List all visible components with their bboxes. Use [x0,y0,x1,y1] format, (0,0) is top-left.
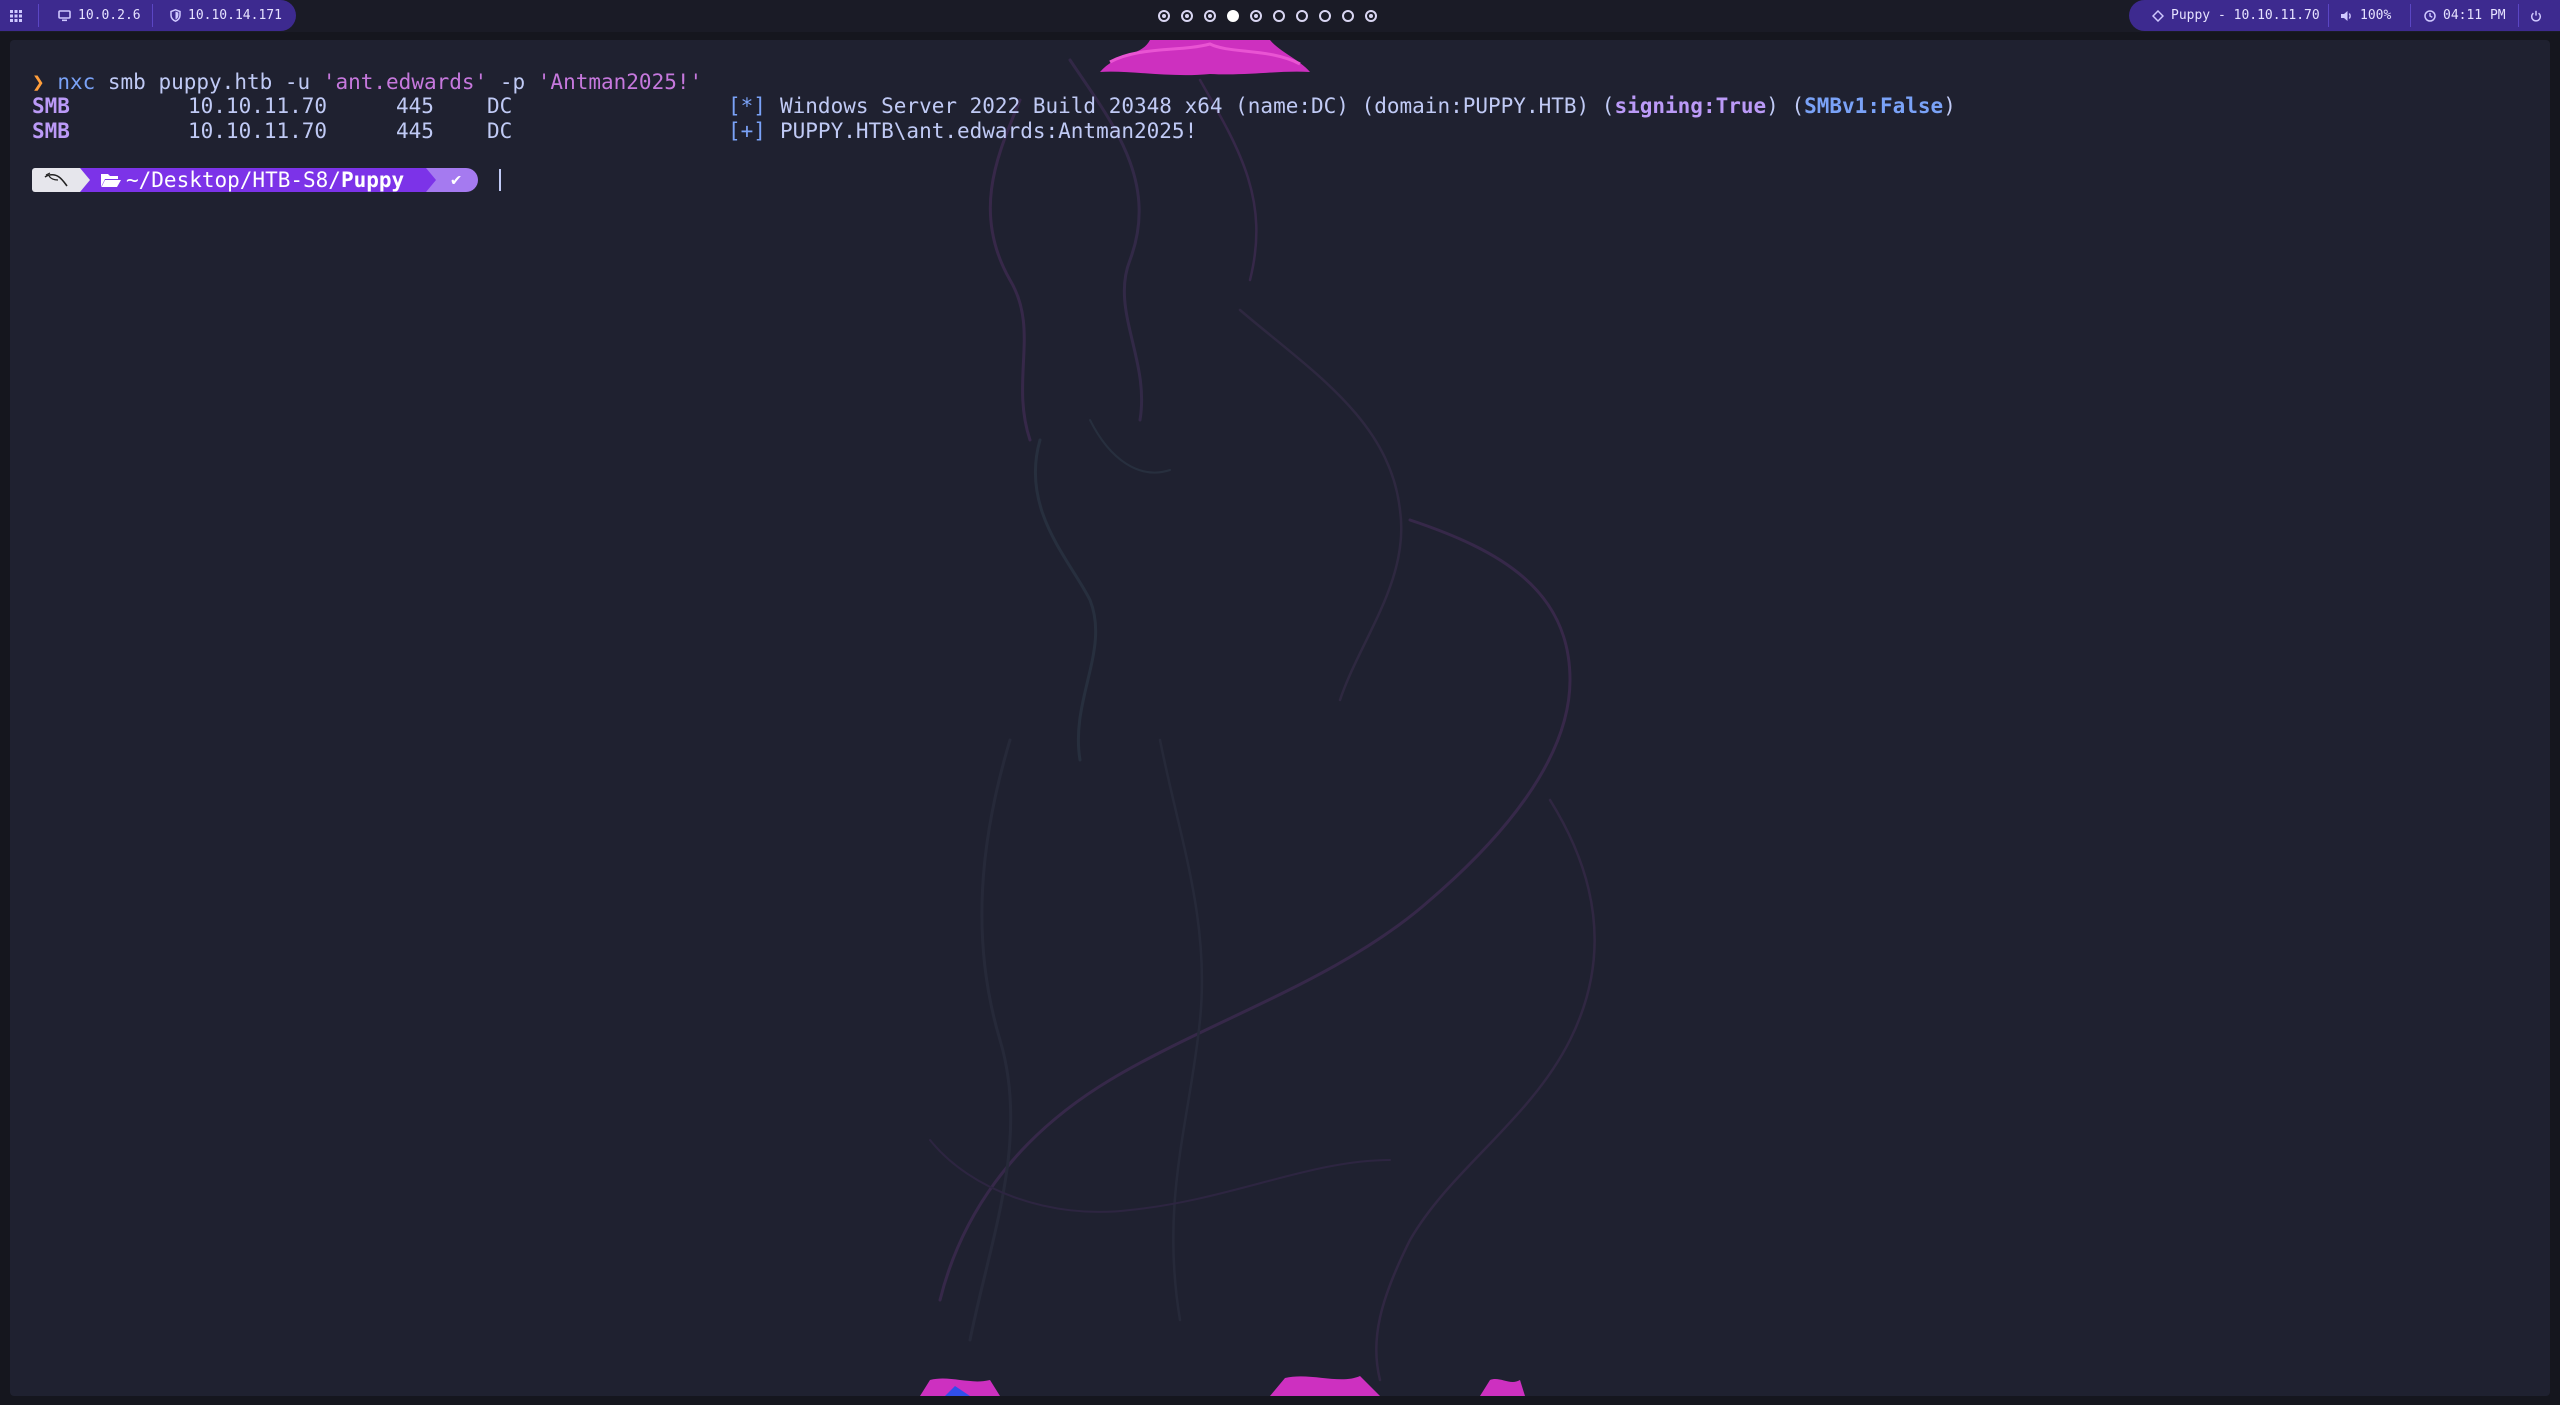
directory-path: ~/Desktop/HTB-S8/ [126,167,341,192]
speaker-icon [2341,10,2351,21]
output-line: SMB 10.10.11.70 445 DC [+] PUPPY.HTB\ant… [32,118,2532,144]
command-args: smb puppy.htb -u [95,70,323,94]
shell-prompt: ~/Desktop/HTB-S8/Puppy ✔ [32,167,479,192]
power-icon [2531,10,2541,22]
terminal-window[interactable]: ❯ nxc smb puppy.htb -u 'ant.edwards' -p … [10,40,2550,1396]
prompt-os-segment [32,167,90,192]
checkmark-icon: ✔ [451,169,462,190]
current-directory: Puppy [340,167,405,192]
shield-icon [170,9,181,22]
volume-text: 100% [2360,8,2392,23]
volume-item[interactable]: 100% [2340,0,2391,31]
grid-icon [10,9,22,22]
command-args: -p [487,70,538,94]
workspace-8-indicator[interactable] [1319,10,1331,22]
ip-address: 10.10.11.70 [188,94,328,118]
output-line: SMB 10.10.11.70 445 DC [*] Windows Serve… [32,93,2532,119]
workspace-switcher [1158,0,1377,32]
clock-icon [2424,9,2436,22]
workspace-5-indicator[interactable] [1250,10,1262,22]
clock-text: 04:11 PM [2443,8,2506,23]
text-cursor [499,169,501,191]
prompt-directory-segment: ~/Desktop/HTB-S8/Puppy [80,167,437,192]
ethernet-ip-text: 10.0.2.6 [78,8,141,23]
workspace-10-indicator[interactable] [1365,10,1377,22]
command-line: ❯ nxc smb puppy.htb -u 'ant.edwards' -p … [32,69,702,95]
port-number: 445 [396,94,434,118]
username-arg: 'ant.edwards' [322,70,488,94]
workspace-7-indicator[interactable] [1296,10,1308,22]
workspace-1-indicator[interactable] [1158,10,1170,22]
info-tag: [*] [728,94,766,118]
bar-separator [2410,4,2411,27]
command-name: nxc [57,70,96,94]
workspace-2-indicator[interactable] [1181,10,1193,22]
folder-open-icon [101,173,121,187]
bar-separator [2518,4,2519,27]
ethernet-ip-item[interactable]: 10.0.2.6 [58,0,141,31]
target-text: Puppy - 10.10.11.70 [2171,8,2320,23]
protocol-label: SMB [32,119,70,143]
separator-text: ) ( [1766,94,1805,118]
workspace-3-indicator[interactable] [1204,10,1216,22]
workspace-9-indicator[interactable] [1342,10,1354,22]
workspace-6-indicator[interactable] [1273,10,1285,22]
vpn-ip-text: 10.10.14.171 [188,8,282,23]
target-diamond-icon [2152,9,2164,22]
ip-address: 10.10.11.70 [188,119,328,143]
smbv1-flag: SMBv1:False [1804,94,1944,118]
protocol-label: SMB [32,94,70,118]
hostname: DC [487,119,513,143]
password-arg: 'Antman2025!' [537,70,703,94]
signing-flag: signing:True [1614,94,1767,118]
wallpaper-character-illustration [920,40,1596,1396]
prompt-symbol: ❯ [32,70,45,94]
host-info-text: Windows Server 2022 Build 20348 x64 (nam… [780,94,1615,118]
target-item[interactable]: Puppy - 10.10.11.70 [2152,0,2320,31]
power-button[interactable] [2530,0,2542,31]
kali-dragon-icon [44,171,68,186]
success-tag: [+] [728,119,766,143]
port-number: 445 [396,119,434,143]
bar-separator [38,4,39,27]
result-message: PUPPY.HTB\ant.edwards:Antman2025! [780,119,1198,143]
vpn-ip-item[interactable]: 10.10.14.171 [170,0,282,31]
clock-item[interactable]: 04:11 PM [2424,0,2506,31]
workspace-4-indicator[interactable] [1227,10,1239,22]
hostname: DC [487,94,513,118]
bar-separator [2328,4,2329,27]
top-bar: 10.0.2.6 10.10.14.171 Puppy - 10.10.11.7… [0,0,2560,32]
bar-separator [152,4,153,27]
result-message: Windows Server 2022 Build 20348 x64 (nam… [780,93,1956,119]
closing-paren: ) [1943,94,1956,118]
apps-launcher[interactable] [10,0,22,31]
monitor-icon [58,9,71,21]
